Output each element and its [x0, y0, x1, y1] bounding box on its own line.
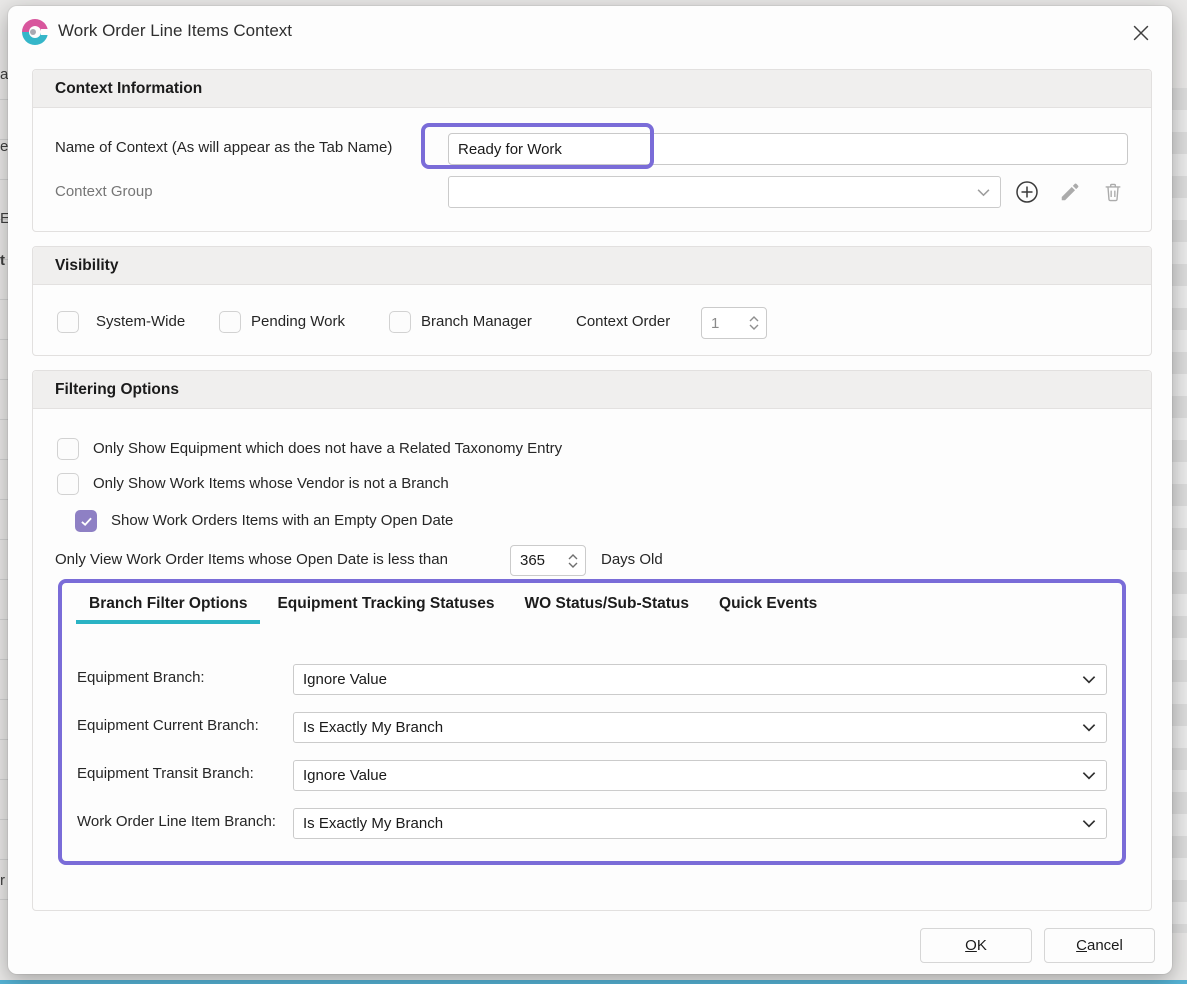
equipment-branch-value: Ignore Value [303, 671, 387, 688]
edit-context-group-button[interactable] [1057, 179, 1083, 205]
trash-icon [1102, 181, 1124, 203]
system-wide-label: System-Wide [96, 313, 185, 330]
dialog-title: Work Order Line Items Context [58, 21, 292, 41]
open-date-less-than-label: Only View Work Order Items whose Open Da… [55, 551, 448, 568]
visibility-header: Visibility [33, 247, 1151, 285]
background-table-rows [1172, 88, 1187, 933]
vendor-not-branch-label: Only Show Work Items whose Vendor is not… [93, 475, 449, 492]
equipment-current-branch-select[interactable]: Is Exactly My Branch [293, 712, 1107, 743]
close-icon [1131, 23, 1151, 43]
wo-line-item-branch-label: Work Order Line Item Branch: [77, 813, 276, 830]
equipment-branch-select[interactable]: Ignore Value [293, 664, 1107, 695]
add-context-group-button[interactable] [1014, 179, 1040, 205]
context-information-header: Context Information [33, 70, 1151, 108]
context-order-stepper[interactable]: 1 [701, 307, 767, 339]
context-order-label: Context Order [576, 313, 670, 330]
dialog-titlebar: Work Order Line Items Context [8, 6, 1172, 58]
days-old-label: Days Old [601, 551, 663, 568]
delete-context-group-button[interactable] [1100, 179, 1126, 205]
name-of-context-label: Name of Context (As will appear as the T… [55, 139, 392, 156]
context-order-value: 1 [711, 315, 719, 332]
tab-equipment-tracking-statuses[interactable]: Equipment Tracking Statuses [277, 595, 494, 624]
filter-tabs: Branch Filter Options Equipment Tracking… [89, 595, 817, 624]
stepper-up-icon[interactable] [749, 316, 759, 322]
chevron-down-icon [1082, 675, 1096, 684]
visibility-group: Visibility System-Wide Pending Work Bran… [32, 246, 1152, 356]
tab-wo-status-sub-status[interactable]: WO Status/Sub-Status [525, 595, 689, 624]
empty-open-date-checkbox[interactable] [75, 510, 97, 532]
context-information-group: Context Information Name of Context (As … [32, 69, 1152, 232]
equipment-transit-branch-value: Ignore Value [303, 767, 387, 784]
branch-manager-label: Branch Manager [421, 313, 532, 330]
stepper-up-icon[interactable] [568, 554, 578, 560]
ok-button[interactable]: OK [920, 928, 1032, 963]
cancel-button[interactable]: Cancel [1044, 928, 1155, 963]
cancel-button-label: Cancel [1076, 937, 1123, 954]
ok-button-label: OK [965, 937, 987, 954]
equipment-transit-branch-select[interactable]: Ignore Value [293, 760, 1107, 791]
chevron-down-icon [977, 188, 990, 197]
chevron-down-icon [1082, 819, 1096, 828]
equipment-current-branch-value: Is Exactly My Branch [303, 719, 443, 736]
pencil-icon [1059, 181, 1081, 203]
stepper-down-icon[interactable] [568, 562, 578, 568]
days-old-value: 365 [520, 552, 545, 569]
background-window-edge [0, 980, 1187, 984]
background-text-fragment: r [0, 872, 5, 889]
pending-work-label: Pending Work [251, 313, 345, 330]
context-group-dropdown[interactable] [448, 176, 1001, 208]
no-related-taxonomy-checkbox[interactable] [57, 438, 79, 460]
context-group-label: Context Group [55, 183, 153, 200]
tab-branch-filter-options[interactable]: Branch Filter Options [89, 595, 247, 624]
system-wide-checkbox[interactable] [57, 311, 79, 333]
wo-line-item-branch-value: Is Exactly My Branch [303, 815, 443, 832]
filtering-options-header: Filtering Options [33, 371, 1151, 409]
chevron-down-icon [1082, 771, 1096, 780]
context-name-input[interactable] [448, 133, 1128, 165]
empty-open-date-label: Show Work Orders Items with an Empty Ope… [111, 512, 453, 529]
plus-circle-icon [1015, 180, 1039, 204]
work-order-line-items-context-dialog: Work Order Line Items Context Context In… [8, 6, 1172, 974]
background-text-fragment: t [0, 252, 5, 269]
equipment-current-branch-label: Equipment Current Branch: [77, 717, 259, 734]
filtering-options-group: Filtering Options Only Show Equipment wh… [32, 370, 1152, 911]
wo-line-item-branch-select[interactable]: Is Exactly My Branch [293, 808, 1107, 839]
close-button[interactable] [1124, 16, 1158, 50]
days-old-stepper[interactable]: 365 [510, 545, 586, 576]
chevron-down-icon [1082, 723, 1096, 732]
branch-manager-checkbox[interactable] [389, 311, 411, 333]
checkmark-icon [80, 516, 93, 527]
no-related-taxonomy-label: Only Show Equipment which does not have … [93, 440, 562, 457]
vendor-not-branch-checkbox[interactable] [57, 473, 79, 495]
tab-quick-events[interactable]: Quick Events [719, 595, 817, 624]
app-logo-icon [22, 19, 48, 45]
equipment-transit-branch-label: Equipment Transit Branch: [77, 765, 254, 782]
pending-work-checkbox[interactable] [219, 311, 241, 333]
stepper-down-icon[interactable] [749, 324, 759, 330]
equipment-branch-label: Equipment Branch: [77, 669, 205, 686]
